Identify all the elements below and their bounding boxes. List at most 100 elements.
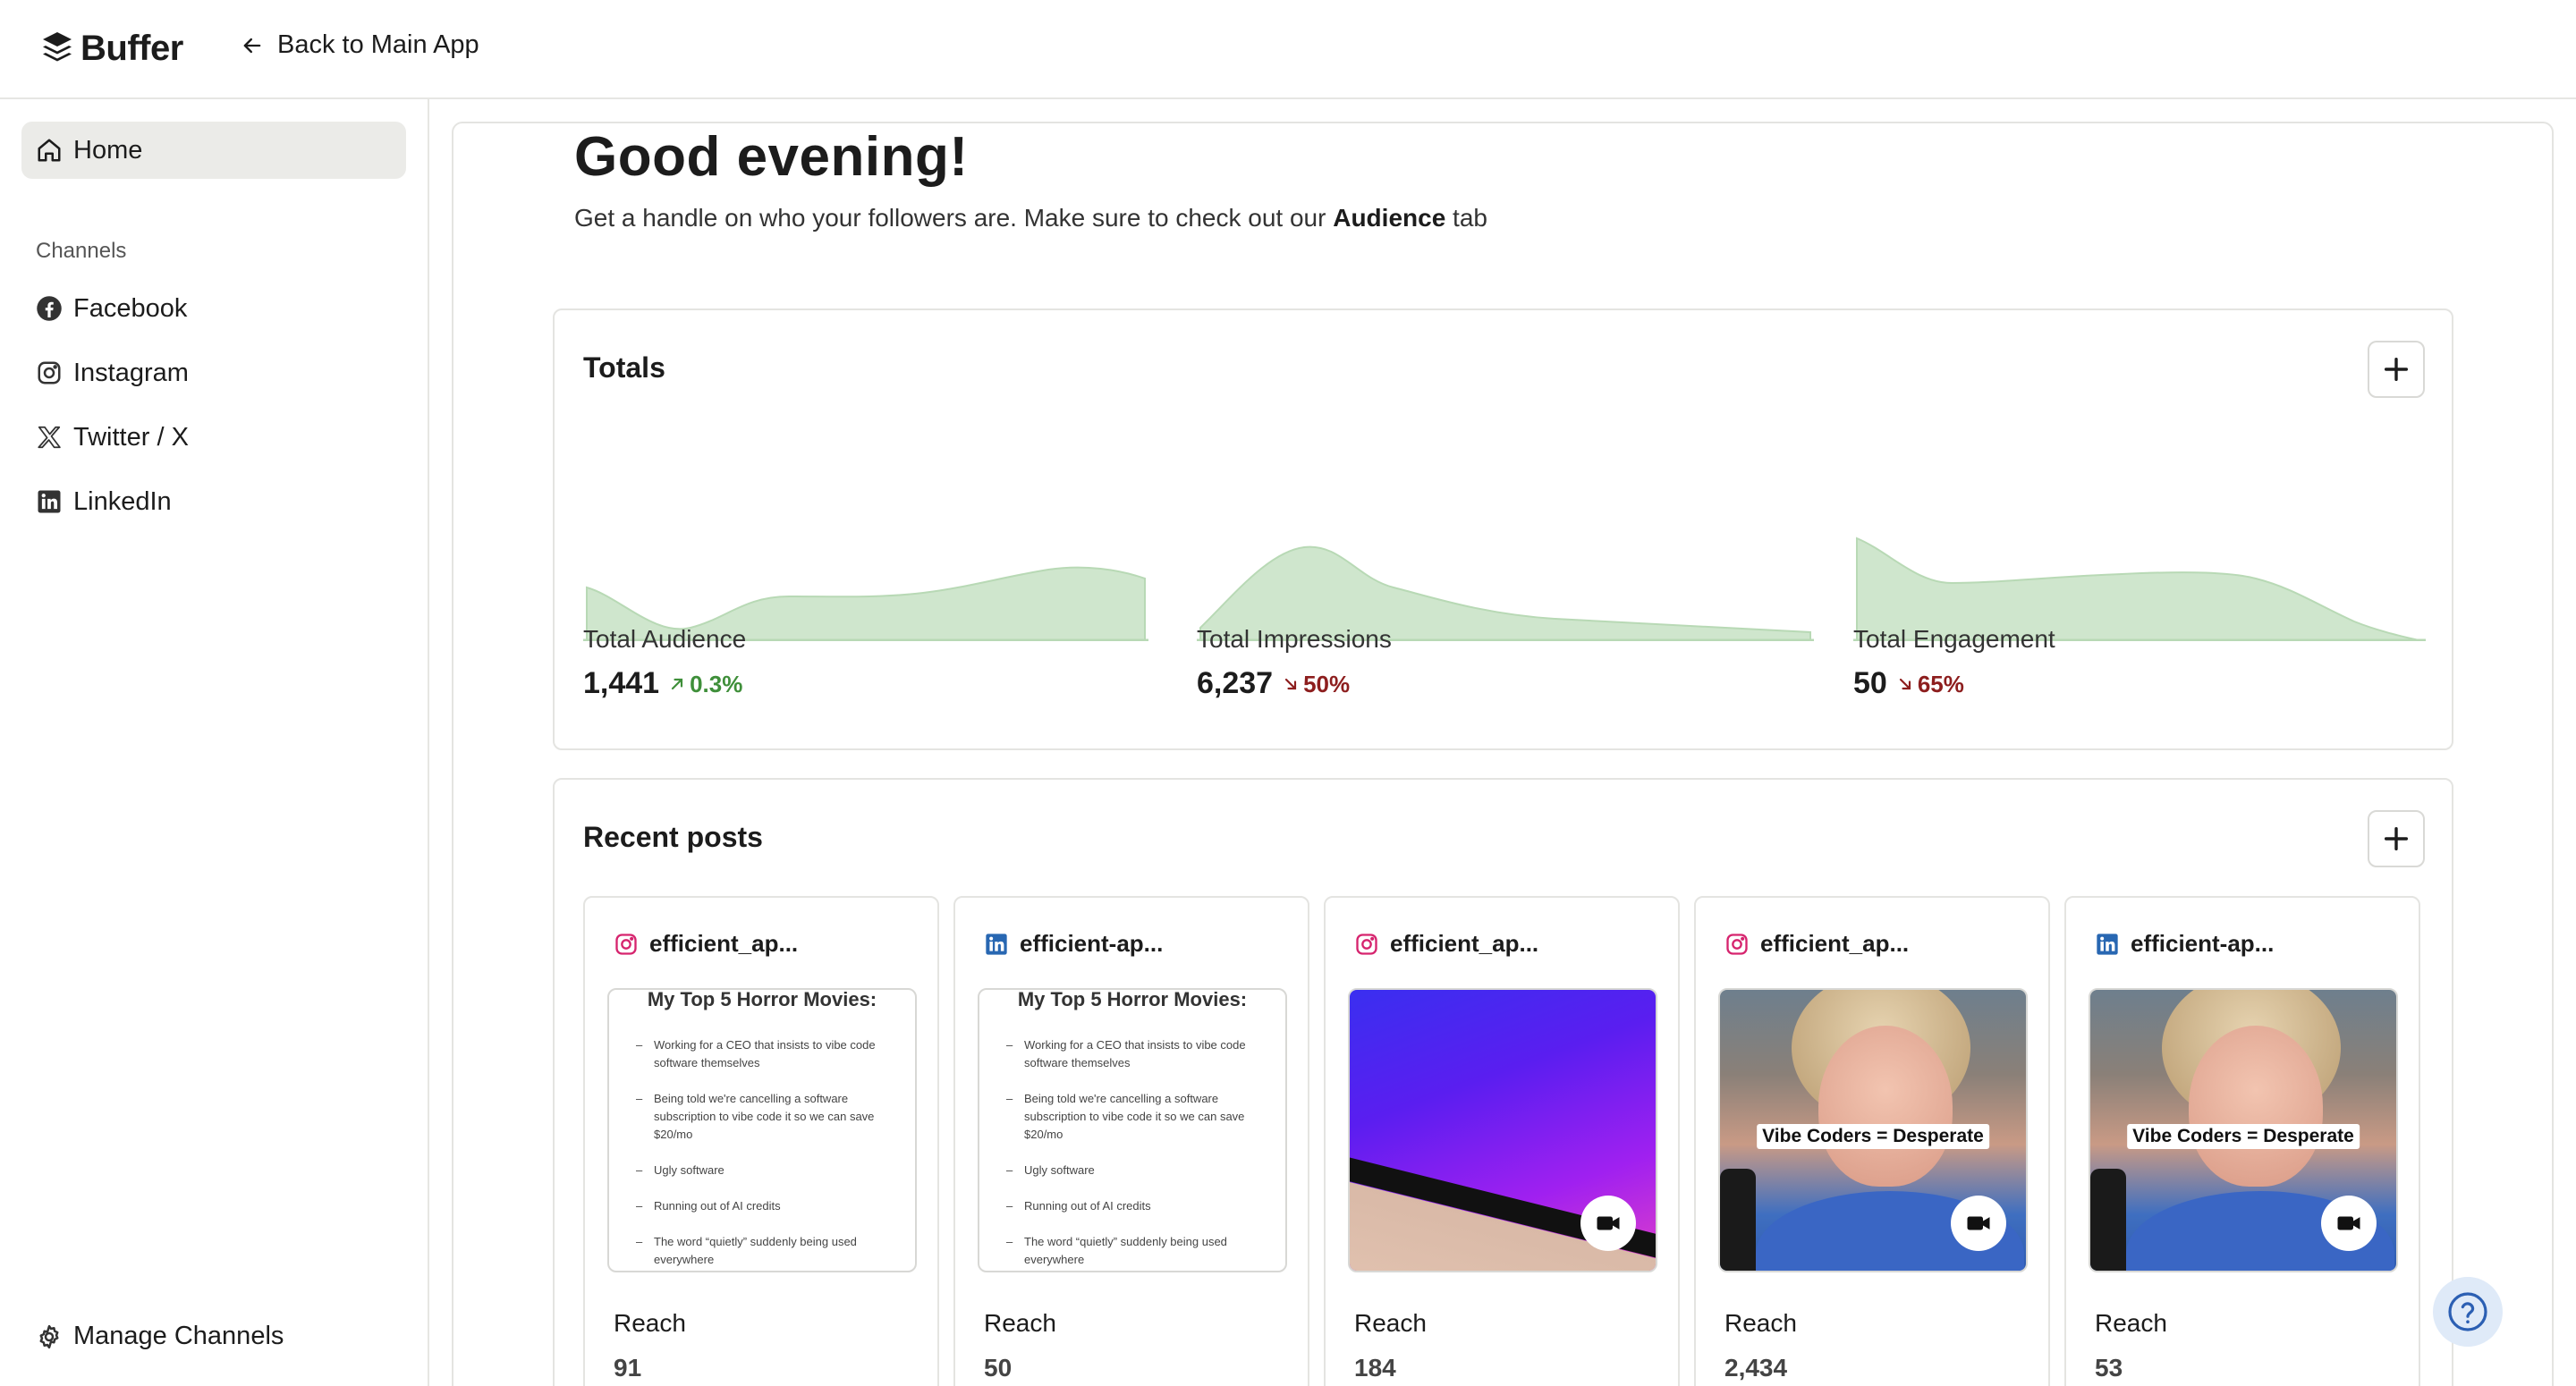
sidebar-item-instagram[interactable]: Instagram: [36, 355, 189, 391]
video-badge: [2321, 1196, 2377, 1251]
instagram-icon: [615, 933, 637, 955]
metric-change-down: 65%: [1896, 671, 1964, 698]
back-to-main-app-link[interactable]: Back to Main App: [240, 30, 479, 60]
reach-label: Reach: [614, 1309, 686, 1337]
instagram-icon: [38, 361, 61, 385]
doc-list-item: Working for a CEO that insists to vibe c…: [629, 1036, 895, 1072]
post-card[interactable]: efficient-ap... Vibe Coders = Desperate …: [2064, 896, 2420, 1386]
manage-channels-link[interactable]: Manage Channels: [36, 1322, 284, 1351]
metric-value-row: 50 65%: [1853, 666, 1964, 701]
sidebar-item-label: LinkedIn: [73, 486, 172, 516]
add-recent-posts-button[interactable]: [2368, 810, 2425, 867]
audience-tab-link[interactable]: Audience: [1333, 204, 1445, 232]
metric-change-value: 0.3%: [690, 670, 743, 697]
buffer-logo[interactable]: Buffer: [41, 27, 183, 70]
reach-label: Reach: [1354, 1309, 1427, 1337]
back-label: Back to Main App: [277, 30, 479, 59]
post-thumbnail: My Top 5 Horror Movies: Working for a CE…: [607, 988, 917, 1272]
post-thumbnail: Vibe Coders = Desperate: [1718, 988, 2028, 1272]
reach-value: 91: [614, 1354, 642, 1382]
sidebar-item-label: Home: [73, 135, 143, 165]
brand-name: Buffer: [80, 28, 183, 68]
add-totals-button[interactable]: [2368, 341, 2425, 398]
doc-list-item: Ugly software: [999, 1162, 1266, 1179]
sidebar-item-label: Instagram: [73, 358, 189, 387]
help-question-icon: [2448, 1292, 2487, 1331]
reach-label: Reach: [1724, 1309, 1797, 1337]
metric-total-audience: [583, 462, 1148, 641]
post-account: efficient-ap...: [2131, 930, 2275, 957]
video-camera-icon: [2337, 1216, 2360, 1230]
post-account: efficient-ap...: [1020, 930, 1164, 957]
post-card[interactable]: efficient_ap... Vibe Coders = Desperate …: [1694, 896, 2050, 1386]
doc-title: My Top 5 Horror Movies:: [647, 988, 877, 1010]
post-card[interactable]: efficient_ap... My Top 5 Horror Movies: …: [583, 896, 939, 1386]
sidebar-item-home[interactable]: Home: [21, 122, 406, 179]
home-icon: [38, 139, 61, 162]
plus-icon: [2384, 357, 2409, 382]
arrow-down-right-icon: [1285, 678, 1297, 690]
photo-microphone: [1720, 1169, 1756, 1271]
reach-value: 53: [2095, 1354, 2123, 1382]
post-thumbnail: [1348, 988, 1657, 1272]
metric-value-row: 1,441 0.3%: [583, 666, 742, 701]
audience-sparkline: [583, 566, 1148, 641]
plus-icon: [2384, 826, 2409, 851]
metric-label: Total Audience: [583, 625, 747, 653]
sidebar-item-linkedin[interactable]: LinkedIn: [36, 484, 172, 520]
gear-icon: [39, 1324, 59, 1348]
post-header: efficient-ap...: [2095, 930, 2274, 958]
metric-change-down: 50%: [1282, 671, 1350, 698]
post-card[interactable]: efficient-ap... My Top 5 Horror Movies: …: [953, 896, 1309, 1386]
video-camera-icon: [1597, 1216, 1620, 1230]
metric-value: 6,237: [1197, 666, 1274, 700]
sidebar-item-twitter-x[interactable]: Twitter / X: [36, 419, 189, 455]
video-caption: Vibe Coders = Desperate: [2127, 1124, 2360, 1149]
reach-label: Reach: [984, 1309, 1056, 1337]
post-account: efficient_ap...: [1760, 930, 1910, 957]
reach-label: Reach: [2095, 1309, 2167, 1337]
page-subtitle: Get a handle on who your followers are. …: [574, 204, 1487, 232]
post-header: efficient-ap...: [984, 930, 1163, 958]
recent-posts-title: Recent posts: [583, 821, 763, 853]
video-badge: [1580, 1196, 1636, 1251]
instagram-icon: [1356, 933, 1377, 955]
channels-heading: Channels: [36, 239, 127, 263]
x-icon: [38, 426, 61, 449]
doc-list-item: Running out of AI credits: [629, 1197, 895, 1215]
recent-posts-card: Recent posts efficient_ap... My Top 5 Ho…: [553, 778, 2453, 1386]
subtitle-suffix: tab: [1453, 204, 1487, 232]
impressions-sparkline: [1197, 545, 1814, 641]
facebook-icon: [37, 296, 62, 321]
metric-value: 50: [1853, 666, 1887, 700]
arrow-left-icon: [243, 38, 261, 53]
sidebar-item-facebook[interactable]: Facebook: [36, 291, 187, 326]
photo-face: [2189, 1026, 2323, 1187]
metric-value: 1,441: [583, 666, 660, 700]
metric-change-value: 65%: [1917, 670, 1964, 697]
metric-total-impressions: [1197, 462, 1814, 641]
metric-change-value: 50%: [1303, 670, 1351, 697]
post-card[interactable]: efficient_ap... Reach 184: [1324, 896, 1680, 1386]
engagement-sparkline: [1853, 537, 2426, 641]
buffer-logo-icon: [43, 32, 72, 62]
video-caption: Vibe Coders = Desperate: [1757, 1124, 1989, 1149]
arrow-up-right-icon: [672, 678, 683, 690]
metric-total-engagement: [1853, 462, 2426, 641]
photo-face: [1818, 1026, 1953, 1187]
metric-label: Total Engagement: [1853, 625, 2055, 653]
post-thumbnail: Vibe Coders = Desperate: [2089, 988, 2398, 1272]
sidebar-item-label: Facebook: [73, 293, 188, 323]
post-thumbnail: My Top 5 Horror Movies: Working for a CE…: [978, 988, 1287, 1272]
arrow-down-right-icon: [1899, 678, 1911, 690]
doc-list: Working for a CEO that insists to vibe c…: [999, 1036, 1266, 1269]
doc-list-item: Being told we're cancelling a software s…: [999, 1090, 1266, 1144]
top-bar: Buffer Back to Main App: [0, 0, 2576, 99]
doc-title: My Top 5 Horror Movies:: [1017, 988, 1248, 1010]
video-camera-icon: [1967, 1216, 1990, 1230]
totals-card: Totals Total Audience 1,441 0.3% Total I…: [553, 308, 2453, 750]
help-button[interactable]: [2433, 1277, 2503, 1347]
linkedin-icon: [986, 933, 1007, 955]
doc-list-item: Working for a CEO that insists to vibe c…: [999, 1036, 1266, 1072]
totals-title: Totals: [583, 351, 665, 384]
